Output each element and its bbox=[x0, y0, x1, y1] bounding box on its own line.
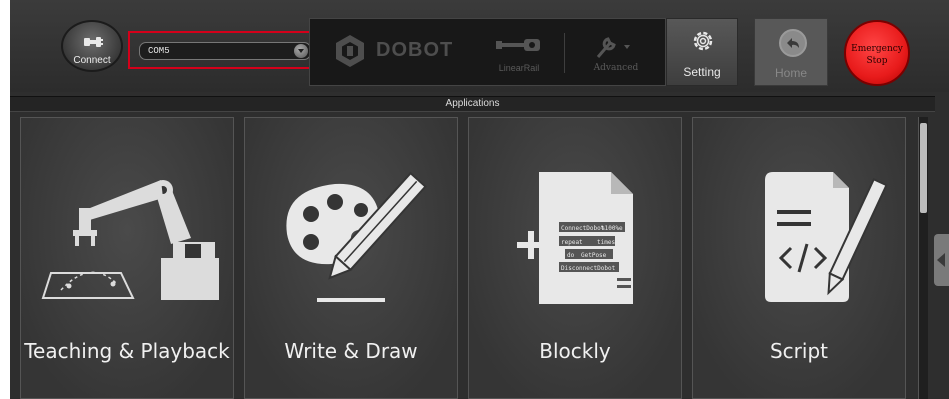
app-window: Connect COM5 DOBOT LinearRail Advanced S… bbox=[10, 0, 949, 399]
card-label: Teaching & Playback bbox=[24, 339, 230, 363]
card-label: Script bbox=[769, 339, 828, 363]
home-button[interactable]: Home bbox=[754, 18, 828, 86]
robot-arm-icon bbox=[41, 180, 219, 300]
advanced-label: Advanced bbox=[593, 63, 639, 73]
toolbar: Connect COM5 DOBOT LinearRail Advanced S… bbox=[10, 0, 949, 92]
plug-icon bbox=[84, 37, 103, 47]
return-arrow-icon bbox=[787, 38, 799, 48]
side-panel-toggle[interactable] bbox=[934, 234, 949, 286]
card-blockly[interactable]: ConnectDobot %100%e repeat times do GetP… bbox=[468, 117, 682, 399]
brand-panel: DOBOT LinearRail Advanced bbox=[309, 18, 666, 86]
blockly-line3: do bbox=[567, 252, 575, 259]
connect-button[interactable]: Connect bbox=[61, 20, 123, 72]
wrench-dropdown-icon[interactable] bbox=[594, 31, 634, 61]
scrollbar-thumb[interactable] bbox=[920, 123, 927, 213]
estop-label-line1: Emergency bbox=[851, 44, 903, 54]
palette-pencil-icon bbox=[286, 171, 427, 302]
brand-name: DOBOT bbox=[376, 39, 454, 61]
card-label: Blockly bbox=[539, 339, 611, 363]
setting-button[interactable]: Setting bbox=[666, 18, 738, 86]
blockly-document-icon: ConnectDobot %100%e repeat times do GetP… bbox=[517, 172, 633, 304]
applications-header: Applications bbox=[10, 96, 935, 112]
port-value: COM5 bbox=[148, 46, 170, 56]
blockly-line2b: times bbox=[597, 239, 615, 246]
blockly-line2: repeat bbox=[561, 239, 583, 246]
blockly-line1: ConnectDobot bbox=[561, 225, 605, 232]
vertical-scrollbar[interactable] bbox=[918, 117, 928, 399]
toolbar-divider bbox=[564, 33, 565, 73]
dobot-logo-icon bbox=[336, 35, 364, 67]
card-write-draw[interactable]: Write & Draw bbox=[244, 117, 458, 399]
linear-rail-label: LinearRail bbox=[498, 63, 540, 73]
card-script[interactable]: Script bbox=[692, 117, 906, 399]
script-document-icon bbox=[765, 172, 888, 302]
home-label: Home bbox=[774, 66, 807, 80]
blockly-line3b: GetPose bbox=[581, 252, 607, 259]
blockly-line4: DisconnectDobot bbox=[561, 265, 616, 272]
port-select[interactable]: COM5 bbox=[139, 42, 311, 60]
card-teaching-playback[interactable]: Teaching & Playback bbox=[20, 117, 234, 399]
setting-label: Setting bbox=[683, 65, 721, 79]
linear-rail-icon[interactable] bbox=[496, 37, 542, 53]
chevron-down-icon[interactable] bbox=[294, 44, 308, 58]
blockly-line1b: %100%e bbox=[601, 225, 623, 232]
gear-icon bbox=[693, 31, 713, 51]
connect-label: Connect bbox=[73, 55, 111, 66]
emergency-stop-button[interactable]: Emergency Stop bbox=[844, 20, 910, 86]
estop-label-line2: Stop bbox=[866, 56, 888, 66]
port-select-highlight: COM5 bbox=[128, 31, 320, 69]
card-label: Write & Draw bbox=[284, 339, 418, 363]
